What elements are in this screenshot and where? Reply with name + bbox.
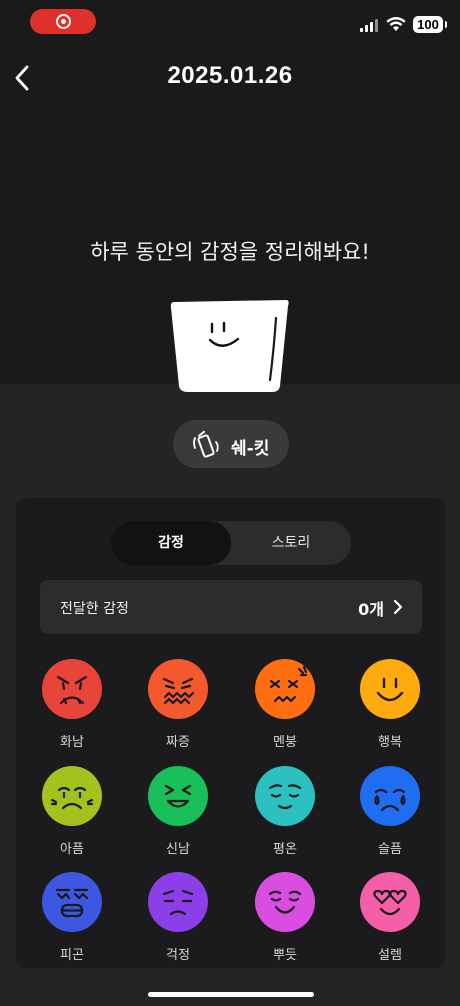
segmented-control: 감정 스토리 xyxy=(111,521,351,565)
screen-recording-indicator[interactable] xyxy=(30,9,96,34)
tab-story[interactable]: 스토리 xyxy=(231,521,351,565)
emotion-proud[interactable]: 뿌듯 xyxy=(245,872,325,976)
emotion-label: 슬픔 xyxy=(378,842,402,857)
chevron-right-icon xyxy=(393,599,403,615)
proud-face-icon xyxy=(255,872,315,932)
emotion-sick[interactable]: 아픔 xyxy=(32,766,112,870)
emotion-label: 아픔 xyxy=(60,842,84,857)
emotion-label: 평온 xyxy=(273,842,297,857)
emotion-sad[interactable]: 슬픔 xyxy=(350,766,430,870)
sick-face-icon xyxy=(42,766,102,826)
mascot-illustration xyxy=(170,300,289,392)
emotion-label: 화남 xyxy=(60,735,84,750)
tired-face-icon xyxy=(42,872,102,932)
shaker-icon xyxy=(193,430,219,458)
emotion-mental-breakdown[interactable]: 멘붕 xyxy=(245,659,325,763)
calm-face-icon xyxy=(255,766,315,826)
page-title: 2025.01.26 xyxy=(167,62,293,89)
tab-emotion[interactable]: 감정 xyxy=(111,521,231,565)
shake-button[interactable]: 쉐-킷 xyxy=(173,420,289,468)
sad-face-icon xyxy=(360,766,420,826)
emotion-angry[interactable]: 화남 xyxy=(32,659,112,763)
battery-indicator: 100 xyxy=(413,16,447,33)
emotion-flutter[interactable]: 설렘 xyxy=(350,872,430,976)
emotion-label: 짜증 xyxy=(166,735,190,750)
emotion-tired[interactable]: 피곤 xyxy=(32,872,112,976)
emotion-label: 멘붕 xyxy=(273,735,297,750)
emotion-calm[interactable]: 평온 xyxy=(245,766,325,870)
worried-face-icon xyxy=(148,872,208,932)
sent-emotions-row[interactable]: 전달한 감정 0개 xyxy=(40,580,422,634)
emotion-happy[interactable]: 행복 xyxy=(350,659,430,763)
emotion-label: 피곤 xyxy=(60,948,84,963)
headline-text: 하루 동안의 감정을 정리해봐요! xyxy=(90,240,370,264)
happy-face-icon xyxy=(360,659,420,719)
flutter-face-icon xyxy=(360,872,420,932)
emotion-label: 설렘 xyxy=(378,948,402,963)
status-bar: 100 xyxy=(0,0,460,44)
emotion-label: 뿌듯 xyxy=(273,948,297,963)
excited-face-icon xyxy=(148,766,208,826)
emotion-excited[interactable]: 신남 xyxy=(138,766,218,870)
emotion-label: 행복 xyxy=(378,735,402,750)
emotion-worried[interactable]: 걱정 xyxy=(138,872,218,976)
record-icon xyxy=(56,14,71,29)
annoyed-face-icon xyxy=(148,659,208,719)
emotion-annoyed[interactable]: 짜증 xyxy=(138,659,218,763)
angry-face-icon xyxy=(42,659,102,719)
emotion-label: 걱정 xyxy=(166,948,190,963)
wifi-icon xyxy=(386,17,406,31)
cellular-signal-icon xyxy=(360,18,379,32)
sent-emotions-label: 전달한 감정 xyxy=(60,601,129,617)
shake-label: 쉐-킷 xyxy=(231,439,270,459)
sent-emotions-count: 0개 xyxy=(358,600,384,619)
emotion-label: 신남 xyxy=(166,842,190,857)
breakdown-face-icon xyxy=(255,659,315,719)
emotion-card: 감정 스토리 전달한 감정 0개 화남 짜증 멘붕 행복 아픔 신남 평온 슬픔… xyxy=(16,498,445,968)
home-indicator xyxy=(148,992,314,997)
